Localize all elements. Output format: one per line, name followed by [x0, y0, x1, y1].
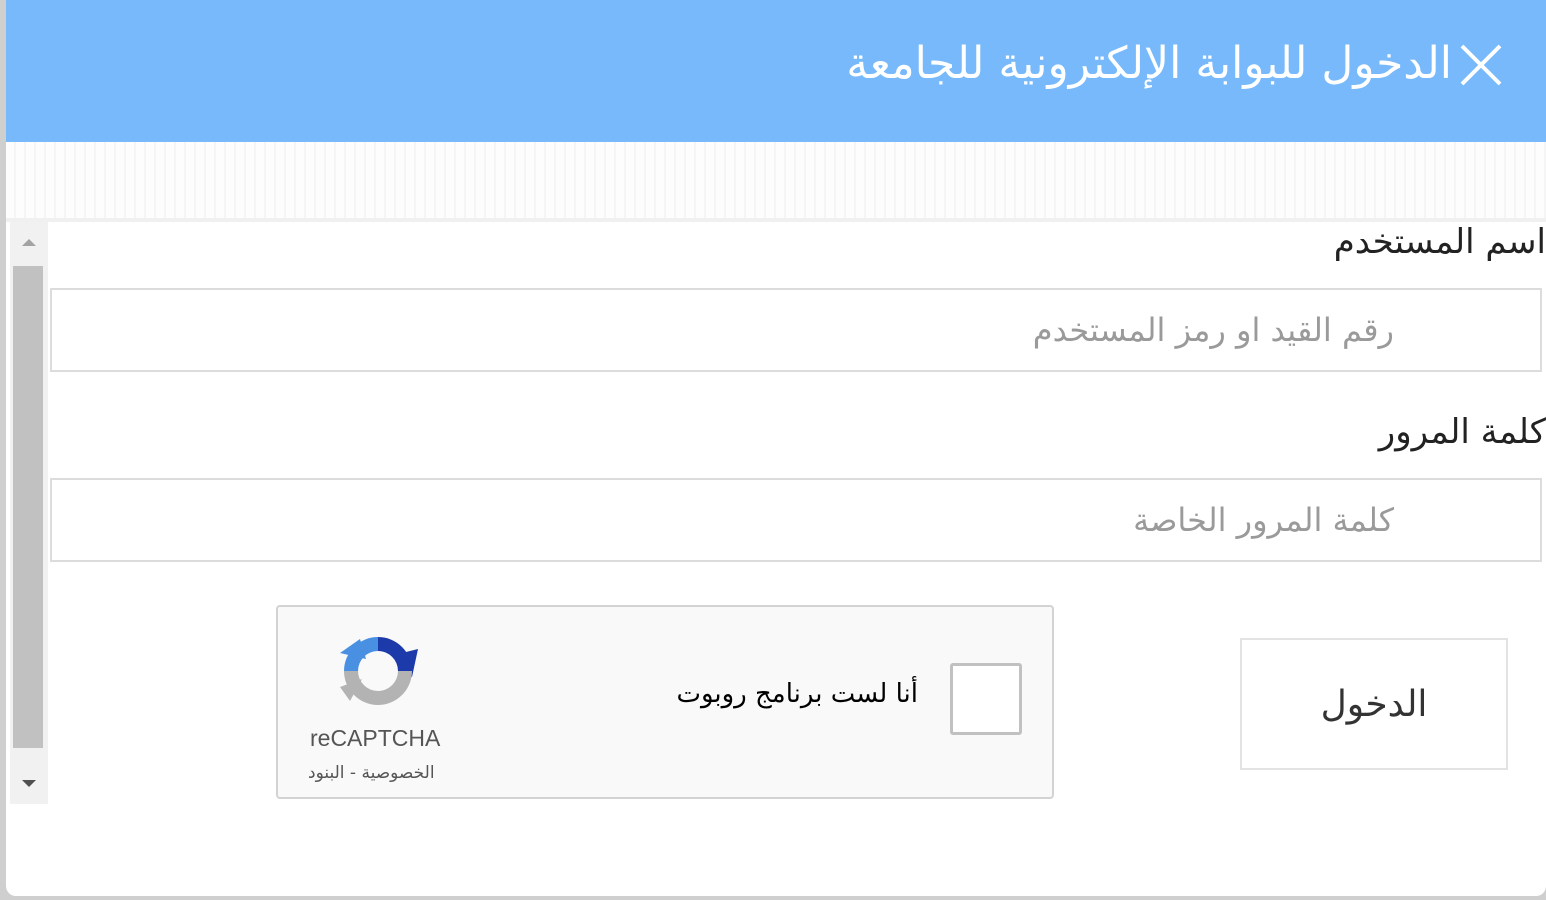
- login-dialog: الدخول للبوابة الإلكترونية للجامعة اسم ا…: [6, 0, 1546, 896]
- recaptcha-checkbox[interactable]: [950, 663, 1022, 735]
- scrollbar[interactable]: [10, 222, 48, 804]
- privacy-link[interactable]: الخصوصية: [361, 763, 434, 783]
- recaptcha-logo-icon: [340, 637, 418, 705]
- terms-link[interactable]: البنود: [308, 763, 345, 783]
- recaptcha-label: أنا لست برنامج روبوت: [676, 679, 918, 709]
- password-input[interactable]: [50, 478, 1542, 562]
- scroll-down-arrow-icon[interactable]: [10, 764, 48, 802]
- username-label: اسم المستخدم: [1333, 222, 1546, 262]
- scrollbar-thumb[interactable]: [13, 266, 43, 748]
- close-icon[interactable]: [1458, 42, 1504, 88]
- password-label: كلمة المرور: [1378, 412, 1546, 452]
- header-divider-strip: [6, 142, 1546, 222]
- login-button[interactable]: الدخول: [1240, 638, 1508, 770]
- dialog-title: الدخول للبوابة الإلكترونية للجامعة: [846, 38, 1452, 89]
- dialog-header: الدخول للبوابة الإلكترونية للجامعة: [6, 0, 1546, 142]
- recaptcha-brand: reCAPTCHA: [310, 725, 441, 751]
- links-separator: -: [344, 763, 362, 783]
- recaptcha-widget: أنا لست برنامج روبوت reCAPTCHA الخصوصية …: [276, 605, 1054, 799]
- username-input[interactable]: [50, 288, 1542, 372]
- recaptcha-links: الخصوصية - البنود: [308, 763, 435, 783]
- scroll-up-arrow-icon[interactable]: [10, 222, 48, 260]
